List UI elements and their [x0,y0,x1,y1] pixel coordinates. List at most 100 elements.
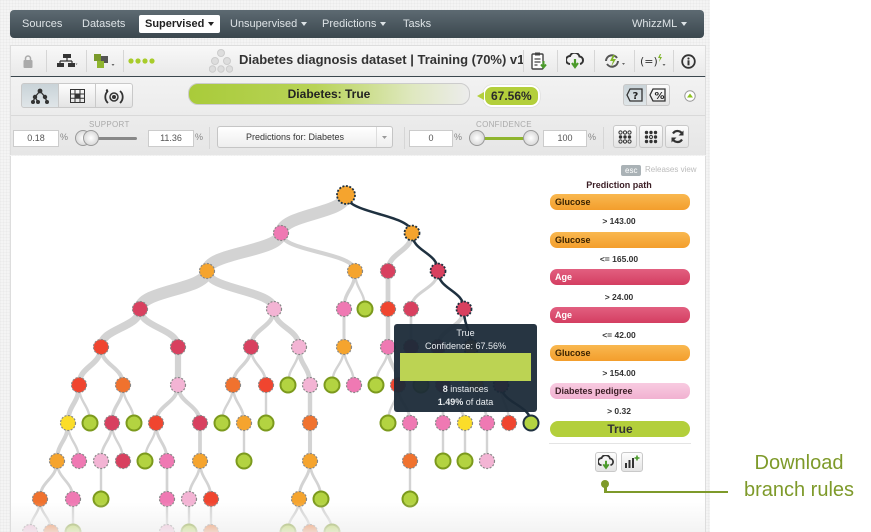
download-branch-rules-button[interactable] [595,452,617,472]
tree-leaf-node[interactable] [136,452,154,470]
collapse-panel-icon[interactable] [684,89,696,107]
tree-leaf-node[interactable] [456,452,474,470]
tree-canvas[interactable]: True Confidence: 67.56% 8 instances 1.49… [10,156,706,532]
tree-split-node[interactable] [202,523,220,532]
path-field-1[interactable]: Glucose [550,194,690,210]
tree-split-node[interactable] [42,523,60,532]
path-field-5[interactable]: Glucose [550,345,690,361]
tree-split-node[interactable] [158,523,176,532]
decision-tree[interactable] [11,156,705,532]
nav-unsupervised[interactable]: Unsupervised [230,10,308,38]
info-icon[interactable] [678,51,698,71]
tree-split-node[interactable] [478,452,496,470]
nav-datasets[interactable]: Datasets [82,10,125,38]
show-prediction-button[interactable]: ? [623,84,647,106]
support-slider-max-handle[interactable] [83,130,99,146]
tree-split-node[interactable] [401,452,419,470]
tree-split-node[interactable] [335,300,353,318]
tree-split-node[interactable] [257,376,275,394]
tree-split-node[interactable] [31,490,49,508]
tree-split-node[interactable] [131,300,149,318]
tree-leaf-node[interactable] [323,376,341,394]
tree-leaf-node[interactable] [180,523,198,532]
tree-split-node[interactable] [301,523,319,532]
tree-split-node[interactable] [455,300,473,318]
tree-leaf-node[interactable] [323,523,341,532]
add-to-chart-button[interactable] [621,452,643,472]
tree-leaf-node[interactable] [92,490,110,508]
tree-split-node[interactable] [402,300,420,318]
predictions-for-dropdown[interactable]: Predictions for: Diabetes [217,126,393,148]
tree-split-node[interactable] [434,414,452,432]
support-min-input[interactable]: 0.18 [13,130,59,147]
tree-split-node[interactable] [272,224,290,242]
tree-split-node[interactable] [180,490,198,508]
nav-sources[interactable]: Sources [22,10,62,38]
confidence-min-input[interactable]: 0 [409,130,453,147]
tree-leaf-node[interactable] [257,414,275,432]
tree-leaf-node[interactable] [81,414,99,432]
tree-split-node[interactable] [64,490,82,508]
tree-leaf-node[interactable] [235,452,253,470]
tree-split-node[interactable] [379,300,397,318]
model-type-icon[interactable] [93,51,119,71]
tree-leaf-node[interactable] [279,523,297,532]
tree-split-node[interactable] [198,262,216,280]
tree-leaf-node[interactable] [401,490,419,508]
nav-predictions[interactable]: Predictions [322,10,387,38]
tree-split-node[interactable] [92,338,110,356]
formula-icon[interactable]: (=) [639,51,669,71]
tree-split-node[interactable] [335,338,353,356]
tree-leaf-node[interactable] [522,414,540,432]
tree-split-node[interactable] [191,452,209,470]
reset-button[interactable] [665,125,689,148]
tree-split-node[interactable] [92,452,110,470]
tree-split-node[interactable] [429,262,447,280]
path-field-3[interactable]: Age [550,269,690,285]
tree-leaf-node[interactable] [434,452,452,470]
tree-split-node[interactable] [169,338,187,356]
tree-split-node[interactable] [147,414,165,432]
tree-split-node[interactable] [114,376,132,394]
tree-split-node[interactable] [290,338,308,356]
tree-leaf-node[interactable] [279,376,297,394]
confidence-max-input[interactable]: 100 [543,130,587,147]
tree-split-node[interactable] [346,262,364,280]
tree-split-node[interactable] [70,452,88,470]
confidence-slider-max-handle[interactable] [523,130,539,146]
tree-split-node[interactable] [158,490,176,508]
path-field-4[interactable]: Age [550,307,690,323]
tree-split-node[interactable] [103,414,121,432]
tree-split-node[interactable] [456,414,474,432]
expand-all-button[interactable] [613,125,637,148]
tree-leaf-node[interactable] [125,414,143,432]
tree-split-node[interactable] [301,414,319,432]
tree-split-node[interactable] [401,414,419,432]
tree-leaf-node[interactable] [213,414,231,432]
tree-split-node[interactable] [379,262,397,280]
tree-split-node[interactable] [301,376,319,394]
tree-leaf-node[interactable] [367,376,385,394]
tree-split-node[interactable] [48,452,66,470]
tree-split-node[interactable] [242,338,260,356]
tree-split-node[interactable] [191,414,209,432]
batch-predict-icon[interactable] [601,51,629,71]
tree-leaf-node[interactable] [312,490,330,508]
tree-split-node[interactable] [169,376,187,394]
esc-key-badge[interactable]: esc [621,165,642,176]
tree-split-node[interactable] [224,376,242,394]
tree-split-node[interactable] [21,523,39,532]
collapse-all-button[interactable] [639,125,663,148]
nav-tasks[interactable]: Tasks [403,10,431,38]
tree-split-node[interactable] [235,414,253,432]
dropdown-toggle[interactable] [376,127,392,147]
tree-view-icon[interactable] [55,51,81,71]
nav-supervised[interactable]: Supervised [139,15,221,33]
tree-split-node[interactable] [265,300,283,318]
nav-whizzml[interactable]: WhizzML [632,10,688,38]
releases-view-link[interactable]: Releases view [645,165,697,174]
report-download-icon[interactable] [529,51,549,71]
path-field-6[interactable]: Diabetes pedigree [550,383,690,399]
tree-split-node[interactable] [114,452,132,470]
tree-leaf-node[interactable] [356,300,374,318]
